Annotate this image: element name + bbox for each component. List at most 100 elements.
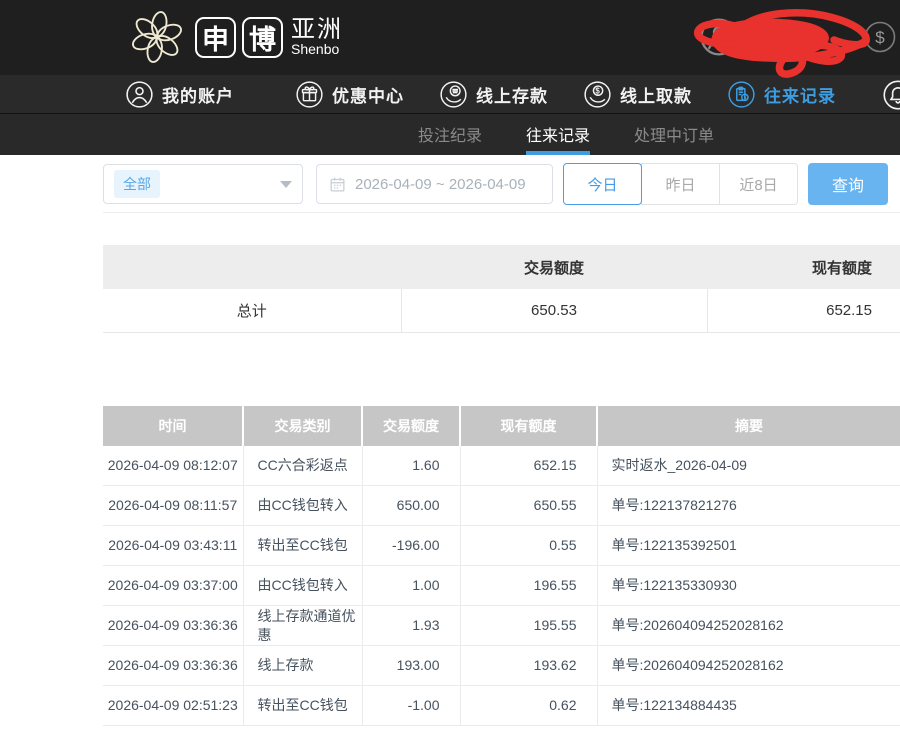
logo-region-text: 亚洲	[291, 17, 343, 42]
cell-balance: 650.55	[460, 486, 597, 526]
nav-item-transaction-records[interactable]: 往来记录	[728, 81, 836, 108]
cell-category: 线上存款	[243, 646, 362, 686]
nav-label: 优惠中心	[332, 82, 404, 107]
cell-time: 2026-04-09 03:36:36	[103, 646, 243, 686]
nav-label: 线上取款	[620, 82, 692, 107]
type-dropdown[interactable]: 全部	[103, 164, 303, 204]
cell-balance: 652.15	[460, 446, 597, 486]
cell-category: 由CC钱包转入	[243, 486, 362, 526]
cell-time: 2026-04-09 03:36:36	[103, 606, 243, 646]
cell-amount: 1.93	[362, 606, 460, 646]
notification-bell-icon[interactable]	[883, 80, 900, 110]
type-dropdown-selected-tag: 全部	[114, 170, 160, 198]
brand-logo[interactable]: 申 博 亚洲 Shenbo	[127, 6, 343, 68]
today-button[interactable]: 今日	[563, 163, 642, 205]
cell-memo: 实时返水_2026-04-09	[597, 446, 900, 486]
user-icon	[126, 81, 153, 108]
records-subnav: 投注纪录 往来记录 处理中订单	[0, 114, 900, 155]
summary-header-empty	[103, 245, 401, 289]
tab-pending-orders[interactable]: 处理中订单	[634, 114, 714, 155]
nav-item-deposit[interactable]: 线上存款	[440, 81, 548, 108]
filter-divider	[103, 212, 900, 213]
col-amount: 交易额度	[362, 406, 460, 446]
deposit-icon	[440, 81, 467, 108]
cell-category: 由CC钱包转入	[243, 566, 362, 606]
table-row: 2026-04-09 03:36:36 线上存款 193.00 193.62 单…	[103, 646, 900, 686]
quick-date-button-group: 今日 昨日 近8日	[563, 163, 798, 205]
col-memo: 摘要	[597, 406, 900, 446]
cell-memo: 单号:122134884435	[597, 686, 900, 726]
cell-memo: 单号:122137821276	[597, 486, 900, 526]
cell-memo: 单号:202604094252028162	[597, 646, 900, 686]
cell-amount: 193.00	[362, 646, 460, 686]
calendar-icon	[329, 176, 346, 193]
chevron-down-icon	[280, 181, 292, 188]
tab-transaction-records[interactable]: 往来记录	[526, 114, 590, 155]
cell-memo: 单号:122135392501	[597, 526, 900, 566]
cell-category: 转出至CC钱包	[243, 686, 362, 726]
summary-total-label: 总计	[103, 289, 401, 332]
last-8-days-button[interactable]: 近8日	[719, 163, 798, 205]
logo-brand-text: Shenbo	[291, 42, 343, 57]
nav-item-promotions[interactable]: 优惠中心	[296, 81, 404, 108]
nav-item-withdraw[interactable]: $ 线上取款	[584, 81, 692, 108]
records-icon	[728, 81, 755, 108]
summary-balance-total: 652.15	[707, 289, 900, 332]
summary-header-balance: 现有额度	[707, 245, 900, 289]
col-time: 时间	[103, 406, 243, 446]
cell-balance: 193.62	[460, 646, 597, 686]
redaction-scribble	[688, 0, 880, 80]
withdraw-icon: $	[584, 81, 611, 108]
cell-balance: 195.55	[460, 606, 597, 646]
summary-header-row: 交易额度 现有额度	[103, 245, 900, 289]
table-row: 2026-04-09 03:37:00 由CC钱包转入 1.00 196.55 …	[103, 566, 900, 606]
top-header: 申 博 亚洲 Shenbo $	[0, 0, 900, 75]
yesterday-button[interactable]: 昨日	[641, 163, 720, 205]
gift-icon	[296, 81, 323, 108]
cell-category: 线上存款通道优惠	[243, 606, 362, 646]
cell-time: 2026-04-09 03:43:11	[103, 526, 243, 566]
nav-label: 往来记录	[764, 82, 836, 107]
date-range-input[interactable]: 2026-04-09 ~ 2026-04-09	[316, 164, 553, 204]
summary-header-transaction-amount: 交易额度	[401, 245, 707, 289]
logo-char-box: 博	[242, 17, 283, 58]
cell-amount: 1.60	[362, 446, 460, 486]
cell-time: 2026-04-09 08:11:57	[103, 486, 243, 526]
cell-time: 2026-04-09 03:37:00	[103, 566, 243, 606]
cell-category: 转出至CC钱包	[243, 526, 362, 566]
col-category: 交易类别	[243, 406, 362, 446]
table-row: 2026-04-09 08:12:07 CC六合彩返点 1.60 652.15 …	[103, 446, 900, 486]
cell-amount: -1.00	[362, 686, 460, 726]
search-button[interactable]: 查询	[808, 163, 888, 205]
svg-text:$: $	[595, 86, 601, 95]
logo-char-box: 申	[195, 17, 236, 58]
cell-memo: 单号:122135330930	[597, 566, 900, 606]
cell-amount: 650.00	[362, 486, 460, 526]
nav-label: 线上存款	[476, 82, 548, 107]
cell-time: 2026-04-09 08:12:07	[103, 446, 243, 486]
cell-amount: -196.00	[362, 526, 460, 566]
tab-betting-records[interactable]: 投注纪录	[418, 114, 482, 155]
summary-total-row: 总计 650.53 652.15	[103, 289, 900, 332]
nav-item-my-account[interactable]: 我的账户	[126, 81, 234, 108]
main-navigation: 我的账户 优惠中心 线上存款	[0, 75, 900, 114]
table-header-row: 时间 交易类别 交易额度 现有额度 摘要	[103, 406, 900, 446]
filter-bar: 全部 2026-04-09 ~ 2026-04-09 今日 昨日 近8日 查询	[103, 163, 900, 205]
cell-balance: 0.62	[460, 686, 597, 726]
nav-label: 我的账户	[162, 82, 234, 107]
content-area: 全部 2026-04-09 ~ 2026-04-09 今日 昨日 近8日 查询	[0, 163, 900, 726]
flower-logo-icon	[127, 6, 187, 68]
cell-category: CC六合彩返点	[243, 446, 362, 486]
cell-memo: 单号:202604094252028162	[597, 606, 900, 646]
cell-balance: 0.55	[460, 526, 597, 566]
cell-amount: 1.00	[362, 566, 460, 606]
cell-balance: 196.55	[460, 566, 597, 606]
date-range-value: 2026-04-09 ~ 2026-04-09	[355, 176, 526, 193]
cell-time: 2026-04-09 02:51:23	[103, 686, 243, 726]
table-row: 2026-04-09 02:51:23 转出至CC钱包 -1.00 0.62 单…	[103, 686, 900, 726]
col-balance: 现有额度	[460, 406, 597, 446]
summary-transaction-total: 650.53	[401, 289, 707, 332]
table-row: 2026-04-09 08:11:57 由CC钱包转入 650.00 650.5…	[103, 486, 900, 526]
totals-summary-table: 交易额度 现有额度 总计 650.53 652.15	[103, 245, 900, 333]
transactions-table: 时间 交易类别 交易额度 现有额度 摘要 2026-04-09 08:12:07…	[103, 406, 900, 727]
